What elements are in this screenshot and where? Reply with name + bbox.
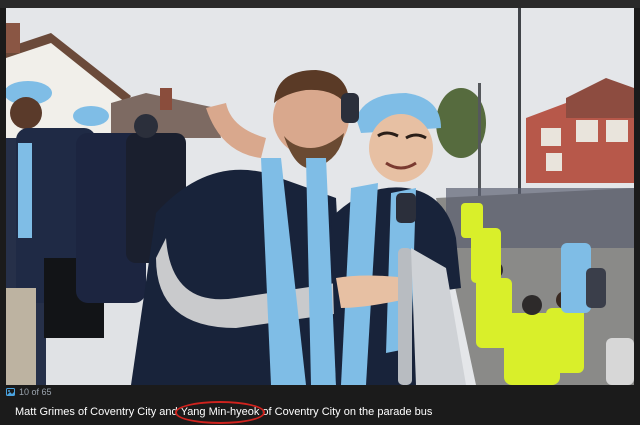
caption-highlight: Yang Min-hyeok bbox=[174, 401, 266, 424]
caption-text-2: of Coventry City on the parade bus bbox=[259, 406, 433, 418]
caption-bar: Matt Grimes of Coventry City and Yang Mi… bbox=[0, 399, 640, 425]
red-circle-annotation bbox=[174, 401, 266, 424]
photo-illustration bbox=[6, 8, 634, 385]
gallery-counter: 10 of 65 bbox=[19, 387, 52, 397]
top-bar bbox=[0, 0, 640, 8]
photo-caption: Matt Grimes of Coventry City and Yang Mi… bbox=[15, 401, 433, 424]
bus-rail bbox=[398, 248, 412, 385]
gallery-meta: 10 of 65 bbox=[0, 385, 640, 399]
caption-text-1: Matt Grimes of Coventry City and bbox=[15, 406, 181, 418]
gallery-photo[interactable] bbox=[6, 8, 634, 385]
gallery-icon bbox=[6, 388, 15, 396]
